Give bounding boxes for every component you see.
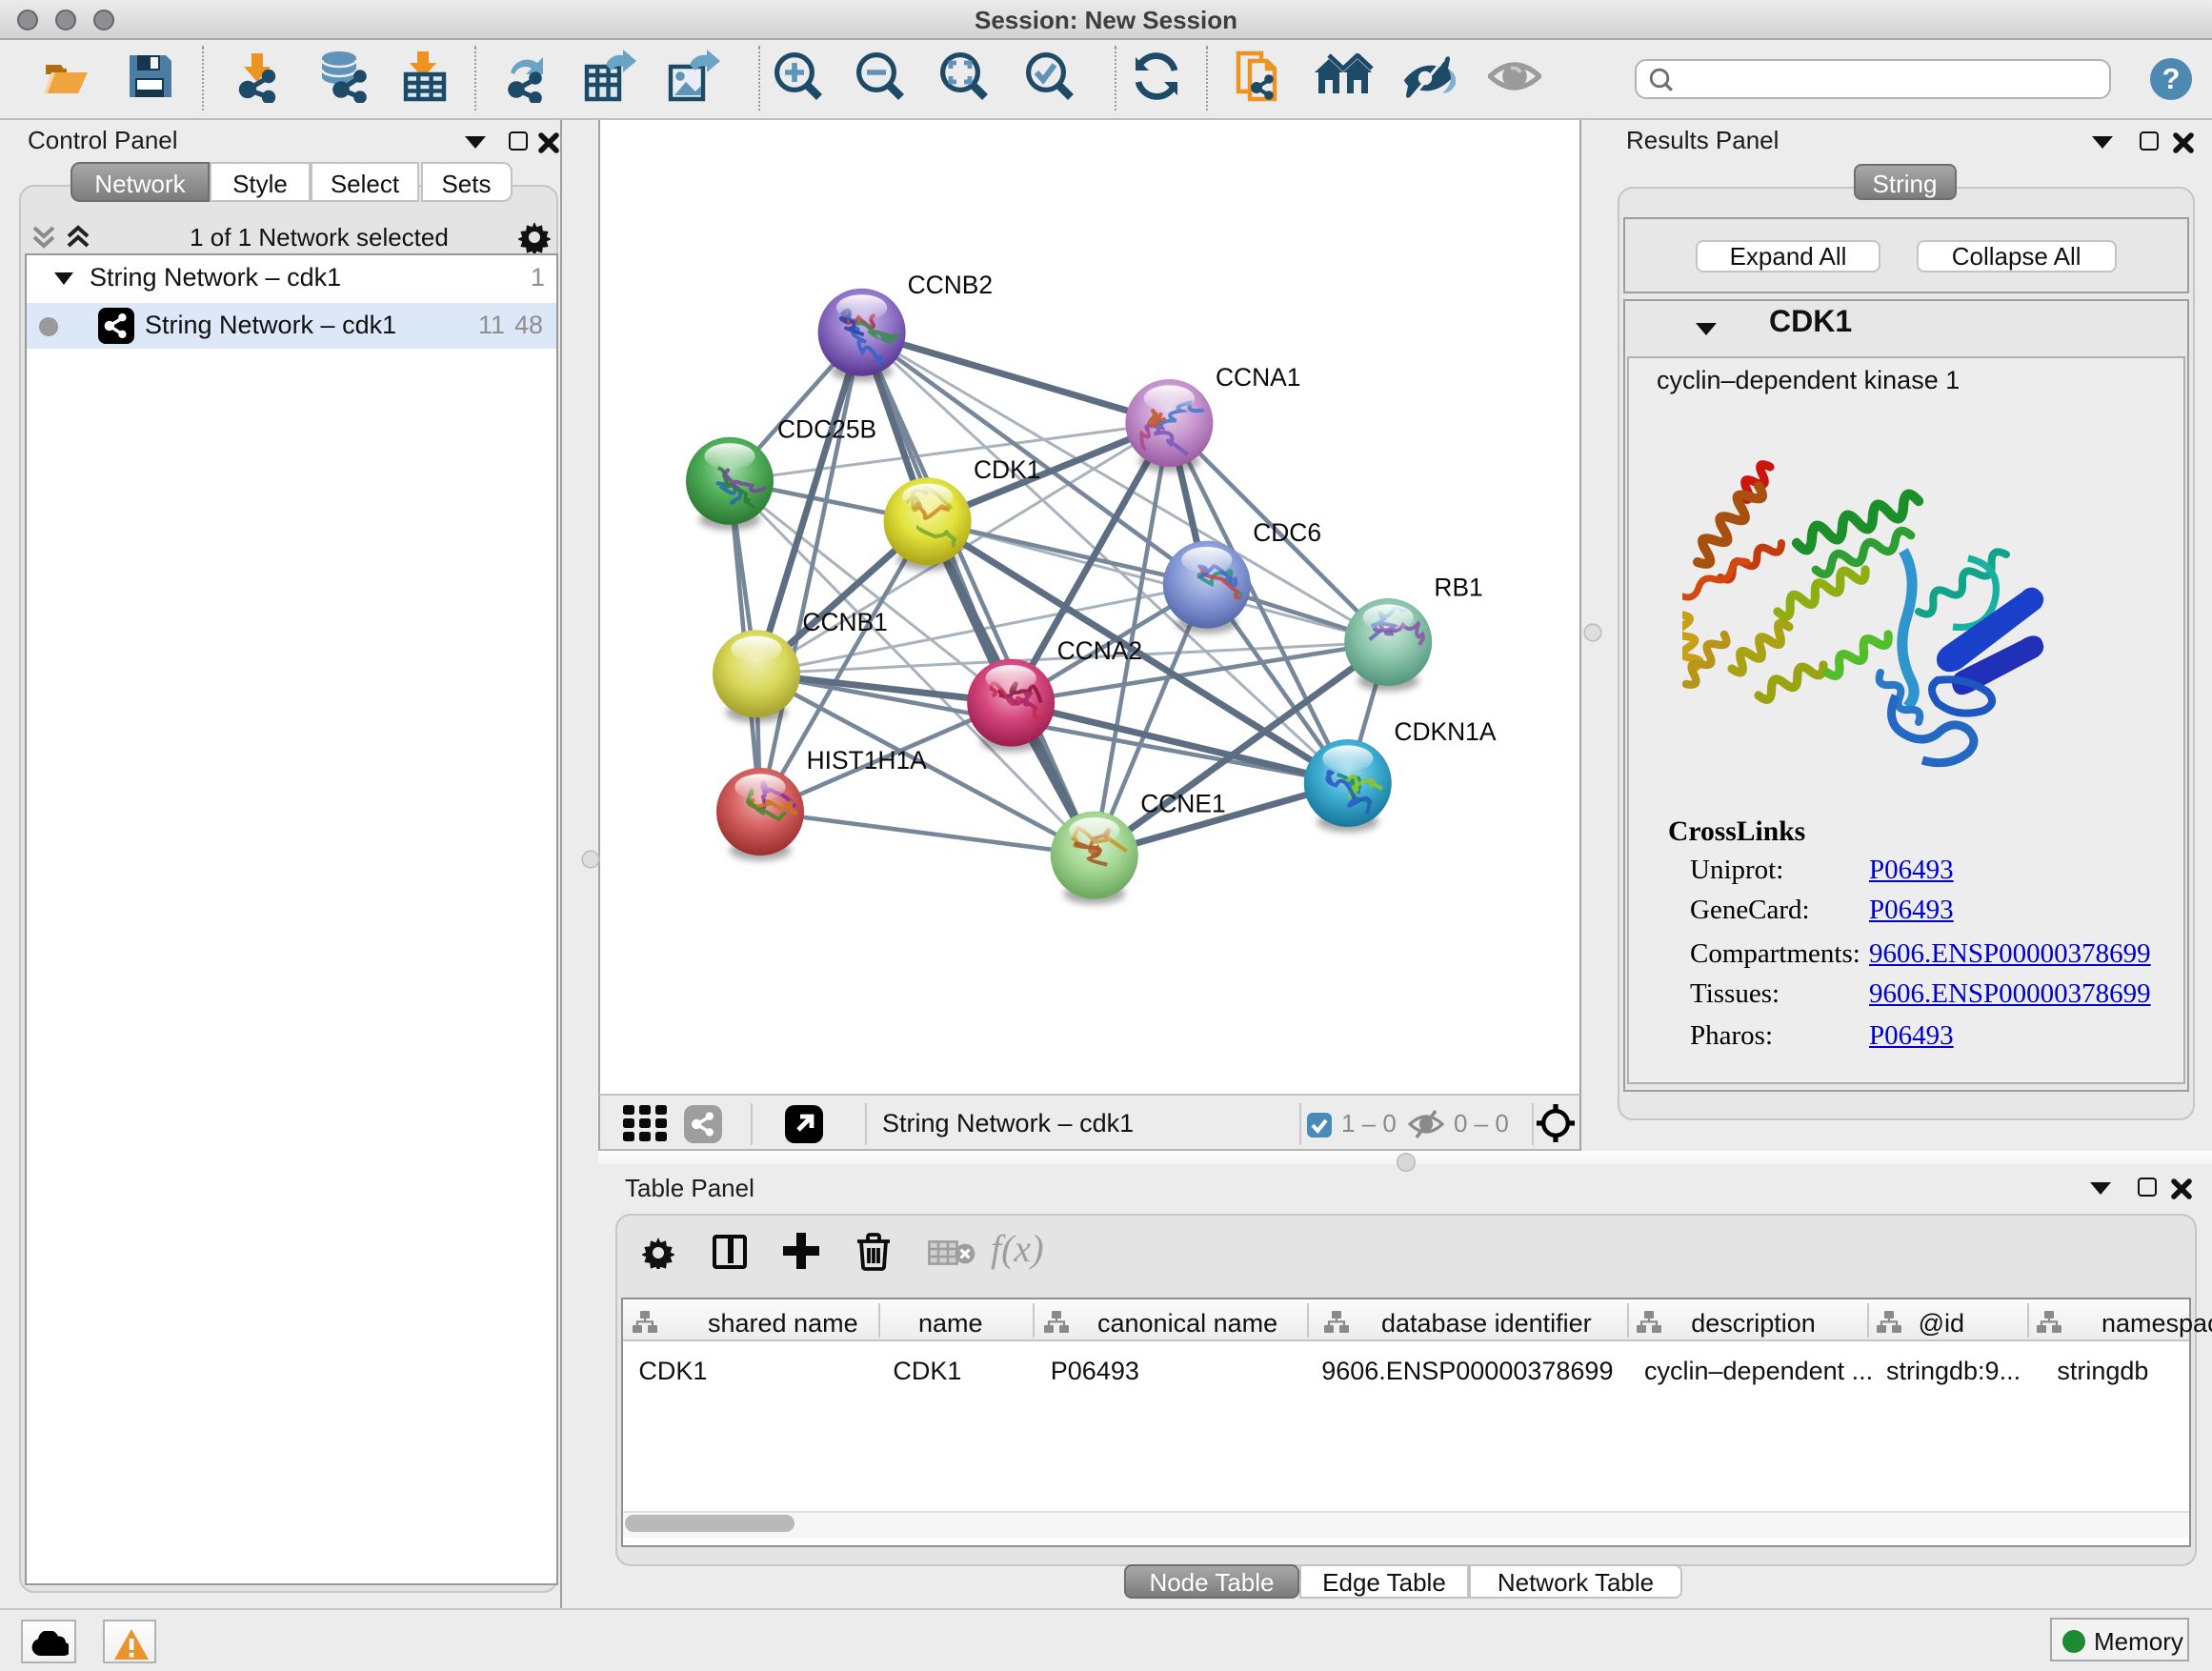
svg-text:RB1: RB1 [1434,574,1482,602]
svg-text:CCNB2: CCNB2 [908,271,993,299]
svg-text:CDKN1A: CDKN1A [1394,717,1496,746]
svg-text:CCNA1: CCNA1 [1216,363,1300,392]
svg-text:CCNA2: CCNA2 [1057,636,1142,665]
svg-text:CDK1: CDK1 [974,455,1040,484]
svg-text:CDC6: CDC6 [1253,518,1321,547]
svg-text:CCNE1: CCNE1 [1140,789,1225,817]
svg-text:CDC25B: CDC25B [777,414,876,443]
svg-text:HIST1H1A: HIST1H1A [807,746,928,775]
svg-text:CCNB1: CCNB1 [802,608,887,636]
svg-text:?: ? [2162,62,2181,95]
